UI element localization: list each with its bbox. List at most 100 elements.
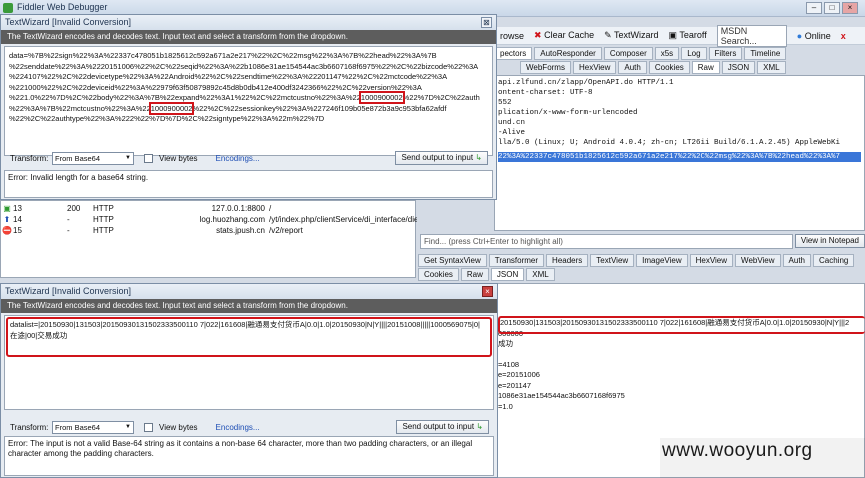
- textwizard-1-controls: Transform: From Base64 View bytes Encodi…: [10, 151, 494, 165]
- clear-cache-button[interactable]: ✖ Clear Cache: [534, 30, 594, 41]
- arrow-icon: ↳: [475, 153, 482, 162]
- session-row[interactable]: ⛔ 15 - HTTP stats.jpush.cn /v2/report: [1, 225, 303, 236]
- close-toolbar-icon[interactable]: x: [841, 31, 846, 41]
- tab-inspectors[interactable]: pectors: [494, 47, 533, 60]
- textwizard-2-title-bar: TextWizard [Invalid Conversion] ×: [1, 284, 497, 299]
- request-line: lla/5.0 (Linux; U; Android 4.0.4; zh-cn;…: [498, 139, 841, 147]
- upload-arrow-icon: ⬆: [3, 215, 11, 224]
- tab-resp-hexview[interactable]: HexView: [689, 254, 734, 267]
- view-bytes-checkbox[interactable]: [144, 153, 153, 163]
- view-bytes-label: View bytes: [159, 422, 198, 432]
- watermark: www.wooyun.org: [660, 438, 865, 478]
- tab-resp-raw[interactable]: Raw: [460, 268, 489, 281]
- tab-timeline[interactable]: Timeline: [744, 47, 787, 60]
- close-icon[interactable]: ⊠: [481, 17, 492, 28]
- tab-resp-auth[interactable]: Auth: [782, 254, 811, 267]
- app-title: Fiddler Web Debugger: [17, 2, 108, 12]
- session-url: /yt/index.php/clientService/di_interface…: [269, 215, 417, 224]
- textwizard-2-controls: Transform: From Base64 View bytes Encodi…: [10, 420, 495, 434]
- tab-autoresponder[interactable]: AutoResponder: [534, 47, 602, 60]
- tab-webview[interactable]: WebView: [735, 254, 781, 267]
- tab-webforms[interactable]: WebForms: [520, 61, 571, 74]
- input-line: %221000%22%2C%22deviceid%22%3A%22979f63f…: [9, 82, 422, 92]
- textwizard-1-title-bar: TextWizard [Invalid Conversion] ⊠: [1, 15, 496, 30]
- tearoff-label: Tearoff: [679, 30, 707, 40]
- tab-raw[interactable]: Raw: [691, 61, 720, 74]
- session-url: /: [269, 204, 272, 213]
- tab-resp-json[interactable]: JSON: [490, 268, 525, 281]
- tab-filters[interactable]: Filters: [708, 47, 743, 60]
- minimize-button[interactable]: –: [806, 2, 822, 14]
- arrow-icon: ↳: [476, 422, 483, 431]
- request-line: api.zlfund.cn/zlapp/OpenAPI.do HTTP/1.1: [498, 79, 674, 87]
- find-input[interactable]: Find... (press Ctrl+Enter to highlight a…: [420, 234, 793, 249]
- textwizard-2-title: TextWizard [Invalid Conversion]: [5, 286, 132, 296]
- tab-fiddlerscript[interactable]: x5s: [654, 47, 680, 60]
- tab-headers[interactable]: Headers: [546, 254, 589, 267]
- request-line: ontent-charset: UTF-8: [498, 89, 593, 97]
- msdn-search-input[interactable]: MSDN Search...: [716, 24, 787, 47]
- tab-caching[interactable]: Caching: [813, 254, 855, 267]
- online-icon: ●: [796, 30, 803, 41]
- response-line: [498, 350, 861, 360]
- transform-select[interactable]: From Base64: [52, 420, 134, 434]
- tab-hexview[interactable]: HexView: [572, 61, 617, 74]
- maximize-button[interactable]: □: [824, 2, 840, 14]
- input-line: %22%2C%22authtype%22%3A%222%22%7D%7D%2C%…: [9, 114, 325, 123]
- find-bar: Find... (press Ctrl+Enter to highlight a…: [420, 234, 865, 249]
- tearoff-button[interactable]: ▣ Tearoff: [669, 30, 707, 41]
- textwizard-label: TextWizard: [614, 30, 659, 40]
- request-raw-panel[interactable]: api.zlfund.cn/zlapp/OpenAPI.do HTTP/1.1 …: [494, 75, 865, 231]
- online-label: Online: [804, 30, 831, 41]
- response-tabs-bottom: Cookies Raw JSON XML: [418, 268, 555, 281]
- tab-imageview[interactable]: ImageView: [636, 254, 688, 267]
- browse-button[interactable]: rowse: [500, 31, 524, 41]
- session-host: log.huozhang.com: [199, 215, 265, 224]
- textwizard-1-error: Error: Invalid length for a base64 strin…: [4, 170, 493, 198]
- session-protocol: HTTP: [93, 204, 114, 213]
- tab-textview[interactable]: TextView: [590, 254, 635, 267]
- input-line: %221.0%22%7D%2C%22body%22%3A%7B%22expand…: [9, 91, 488, 104]
- tab-get-syntaxview[interactable]: Get SyntaxView: [418, 254, 487, 267]
- send-output-to-input-button[interactable]: Send output to input ↳: [396, 420, 489, 434]
- encodings-link[interactable]: Encodings...: [216, 423, 260, 432]
- input-line: %22senddate%22%3A%2220151006%22%2C%22seq…: [9, 61, 479, 71]
- tab-composer[interactable]: Composer: [603, 47, 653, 60]
- session-icon: ▣: [3, 204, 11, 213]
- tab-auth[interactable]: Auth: [618, 61, 647, 74]
- session-result: -: [67, 215, 70, 224]
- textwizard-button[interactable]: ✎ TextWizard: [604, 30, 658, 41]
- encodings-link[interactable]: Encodings...: [216, 154, 260, 163]
- close-icon[interactable]: ×: [482, 286, 493, 297]
- textwizard-1-input[interactable]: data=%7B%22sign%22%3A%22337c478051b18256…: [4, 46, 493, 156]
- request-line: -Alive: [498, 129, 526, 137]
- session-num: 14: [13, 215, 22, 224]
- textwizard-icon: ✎: [604, 30, 612, 40]
- session-row[interactable]: ⬆ 14 - HTTP log.huozhang.com /yt/index.p…: [1, 214, 417, 225]
- tearoff-icon: ▣: [668, 30, 678, 40]
- session-host: stats.jpush.cn: [216, 226, 265, 235]
- mctcustno-highlight: 1000900002: [358, 91, 405, 104]
- send-output-to-input-button[interactable]: Send output to input ↳: [395, 151, 488, 165]
- transform-select[interactable]: From Base64: [52, 151, 134, 165]
- input-segment: %22%3A%7B%22mctcustno%22%3A%22: [9, 103, 151, 113]
- tab-xml[interactable]: XML: [757, 61, 786, 74]
- tab-transformer[interactable]: Transformer: [488, 254, 545, 267]
- view-bytes-checkbox[interactable]: [144, 422, 153, 432]
- online-indicator: ● Online: [797, 31, 831, 41]
- response-line: 成功: [498, 339, 513, 348]
- close-window-button[interactable]: ×: [842, 2, 858, 14]
- clear-cache-icon: ✖: [534, 30, 542, 40]
- watermark-text: www.wooyun.org: [662, 440, 813, 461]
- session-list: ▣ 13 200 HTTP 127.0.0.1:8800 / ⬆ 14 - HT…: [0, 200, 417, 278]
- transform-label: Transform:: [10, 422, 49, 432]
- view-in-notepad-button[interactable]: View in Notepad: [794, 234, 865, 248]
- session-row[interactable]: ▣ 13 200 HTTP 127.0.0.1:8800 /: [1, 203, 271, 214]
- tab-resp-cookies[interactable]: Cookies: [418, 268, 459, 281]
- tab-log[interactable]: Log: [681, 47, 707, 60]
- session-host: 127.0.0.1:8800: [211, 204, 265, 213]
- tab-resp-xml[interactable]: XML: [526, 268, 555, 281]
- tab-cookies[interactable]: Cookies: [648, 61, 690, 74]
- tab-json[interactable]: JSON: [721, 61, 756, 74]
- request-selected-line: 22%3A%22337c478051b1825612c592a671a2e217…: [498, 152, 861, 162]
